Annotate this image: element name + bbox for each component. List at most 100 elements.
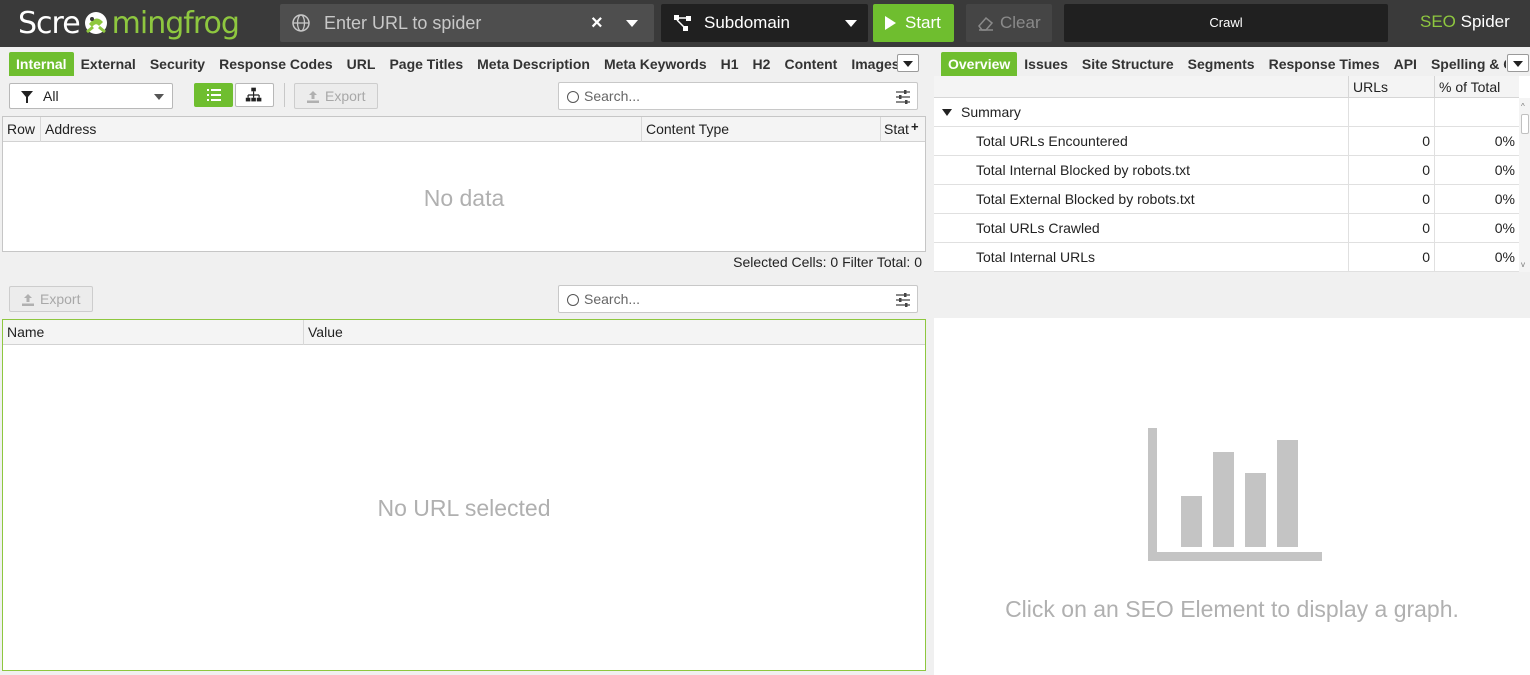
overview-row[interactable]: Total Internal URLs 0 0% <box>934 243 1519 272</box>
start-button[interactable]: Start <box>873 4 954 42</box>
filter-total-value: 0 <box>914 254 922 270</box>
overview-row-pct: 0% <box>1434 127 1519 155</box>
play-icon <box>885 16 896 30</box>
tab-response-codes[interactable]: Response Codes <box>212 52 340 76</box>
tab-segments[interactable]: Segments <box>1181 52 1262 76</box>
product-name: SEO Spider <box>1420 12 1510 32</box>
clear-button[interactable]: Clear <box>966 4 1052 42</box>
column-header-percent-total[interactable]: % of Total <box>1434 76 1519 98</box>
detail-table-header: Name Value <box>3 320 925 345</box>
frog-logo-icon <box>84 12 107 34</box>
scroll-down-icon[interactable]: v <box>1521 260 1525 269</box>
overview-row[interactable]: Total Internal Blocked by robots.txt 0 0… <box>934 156 1519 185</box>
overview-scrollbar[interactable]: ^ v <box>1519 98 1530 272</box>
url-history-dropdown-icon[interactable] <box>626 20 638 27</box>
list-view-button[interactable] <box>194 83 233 107</box>
logo-text-left: Scre <box>18 5 81 41</box>
overview-row-pct: 0% <box>1434 243 1519 271</box>
detail-export-button[interactable]: Export <box>9 286 93 312</box>
url-input[interactable] <box>324 4 584 42</box>
upload-icon <box>22 294 34 306</box>
product-name-spider: Spider <box>1455 12 1510 31</box>
tab-response-times[interactable]: Response Times <box>1262 52 1387 76</box>
scrollbar-thumb[interactable] <box>1521 114 1529 134</box>
product-name-seo: SEO <box>1420 12 1456 31</box>
overview-row[interactable]: Total URLs Encountered 0 0% <box>934 127 1519 156</box>
list-icon <box>207 89 221 101</box>
tab-h1[interactable]: H1 <box>714 52 746 76</box>
search-options-icon[interactable] <box>895 90 911 104</box>
search-options-icon[interactable] <box>895 293 911 307</box>
internal-urls-table: Row Address Content Type Stat + No data <box>2 116 926 252</box>
no-url-selected-message: No URL selected <box>377 495 551 521</box>
overview-row-urls: 0 <box>1348 243 1434 271</box>
summary-pct-cell <box>1434 98 1519 126</box>
tab-content[interactable]: Content <box>777 52 844 76</box>
logo-text-right: mingfrog <box>111 5 240 41</box>
search-icon <box>567 91 579 103</box>
overview-panel: URLs % of Total Summary Total URLs Encou… <box>934 76 1530 272</box>
column-header-row[interactable]: Row <box>3 117 40 142</box>
summary-group-row[interactable]: Summary <box>934 98 1519 127</box>
tree-view-button[interactable] <box>235 83 274 107</box>
toolbar-divider <box>284 83 285 107</box>
search-box <box>558 82 918 110</box>
search-input[interactable] <box>584 86 874 106</box>
right-tab-bar: Overview Issues Site Structure Segments … <box>941 50 1506 76</box>
column-header-name[interactable]: Name <box>3 320 303 345</box>
detail-export-label: Export <box>40 291 81 307</box>
column-header-urls[interactable]: URLs <box>1348 76 1434 98</box>
tab-overview[interactable]: Overview <box>941 52 1018 76</box>
tab-h2[interactable]: H2 <box>746 52 778 76</box>
left-tab-bar: Internal External Security Response Code… <box>9 50 907 76</box>
crawl-progress-bar: Crawl <box>1064 4 1388 42</box>
column-header-content-type[interactable]: Content Type <box>641 117 880 142</box>
table-status-line: Selected Cells: 0 Filter Total: 0 <box>700 254 922 270</box>
overview-row-label: Total URLs Crawled <box>976 220 1100 236</box>
crawl-mode-select[interactable]: Subdomain <box>661 4 868 42</box>
overview-header: URLs % of Total <box>934 76 1519 98</box>
collapse-caret-icon[interactable] <box>942 109 952 116</box>
bar-chart-icon <box>1148 428 1322 561</box>
overview-row[interactable]: Total URLs Crawled 0 0% <box>934 214 1519 243</box>
tab-internal[interactable]: Internal <box>9 52 74 76</box>
tab-api[interactable]: API <box>1387 52 1424 76</box>
start-label: Start <box>905 13 941 32</box>
no-data-message: No data <box>423 185 505 211</box>
tab-site-structure[interactable]: Site Structure <box>1075 52 1181 76</box>
add-column-icon[interactable]: + <box>911 119 919 134</box>
filter-select[interactable]: All <box>9 83 173 109</box>
overview-row[interactable]: Total External Blocked by robots.txt 0 0… <box>934 185 1519 214</box>
filter-value: All <box>43 88 59 104</box>
tab-external[interactable]: External <box>74 52 143 76</box>
column-header-value[interactable]: Value <box>303 320 925 345</box>
column-header-status[interactable]: Stat <box>880 117 912 142</box>
search-icon <box>567 294 579 306</box>
tab-spelling-grammar[interactable]: Spelling & Gr <box>1424 52 1506 76</box>
screaming-frog-logo: Scre mingfrog <box>18 2 240 44</box>
detail-search-input[interactable] <box>584 289 874 309</box>
right-tabs-more-button[interactable] <box>1507 54 1529 72</box>
filter-icon <box>21 91 33 103</box>
selected-cells-value: 0 <box>830 254 839 270</box>
left-tabs-more-button[interactable] <box>897 54 919 72</box>
tab-meta-description[interactable]: Meta Description <box>470 52 597 76</box>
overview-row-urls: 0 <box>1348 185 1434 213</box>
tab-security[interactable]: Security <box>143 52 212 76</box>
filter-total-label: Filter Total: <box>842 254 911 270</box>
subdomain-icon <box>674 15 691 31</box>
tab-meta-keywords[interactable]: Meta Keywords <box>597 52 714 76</box>
clear-url-icon[interactable]: × <box>591 12 603 34</box>
chevron-down-icon <box>845 20 857 27</box>
url-details-table: Name Value No URL selected <box>2 319 926 671</box>
column-header-address[interactable]: Address <box>40 117 641 142</box>
tab-issues[interactable]: Issues <box>1017 52 1075 76</box>
overview-row-pct: 0% <box>1434 214 1519 242</box>
tab-url[interactable]: URL <box>340 52 383 76</box>
top-bar: Scre mingfrog × Subdomain Start <box>0 0 1530 47</box>
clear-label: Clear <box>1000 13 1041 32</box>
scroll-up-icon[interactable]: ^ <box>1521 102 1525 111</box>
export-button[interactable]: Export <box>294 83 378 109</box>
overview-row-pct: 0% <box>1434 185 1519 213</box>
tab-page-titles[interactable]: Page Titles <box>382 52 470 76</box>
